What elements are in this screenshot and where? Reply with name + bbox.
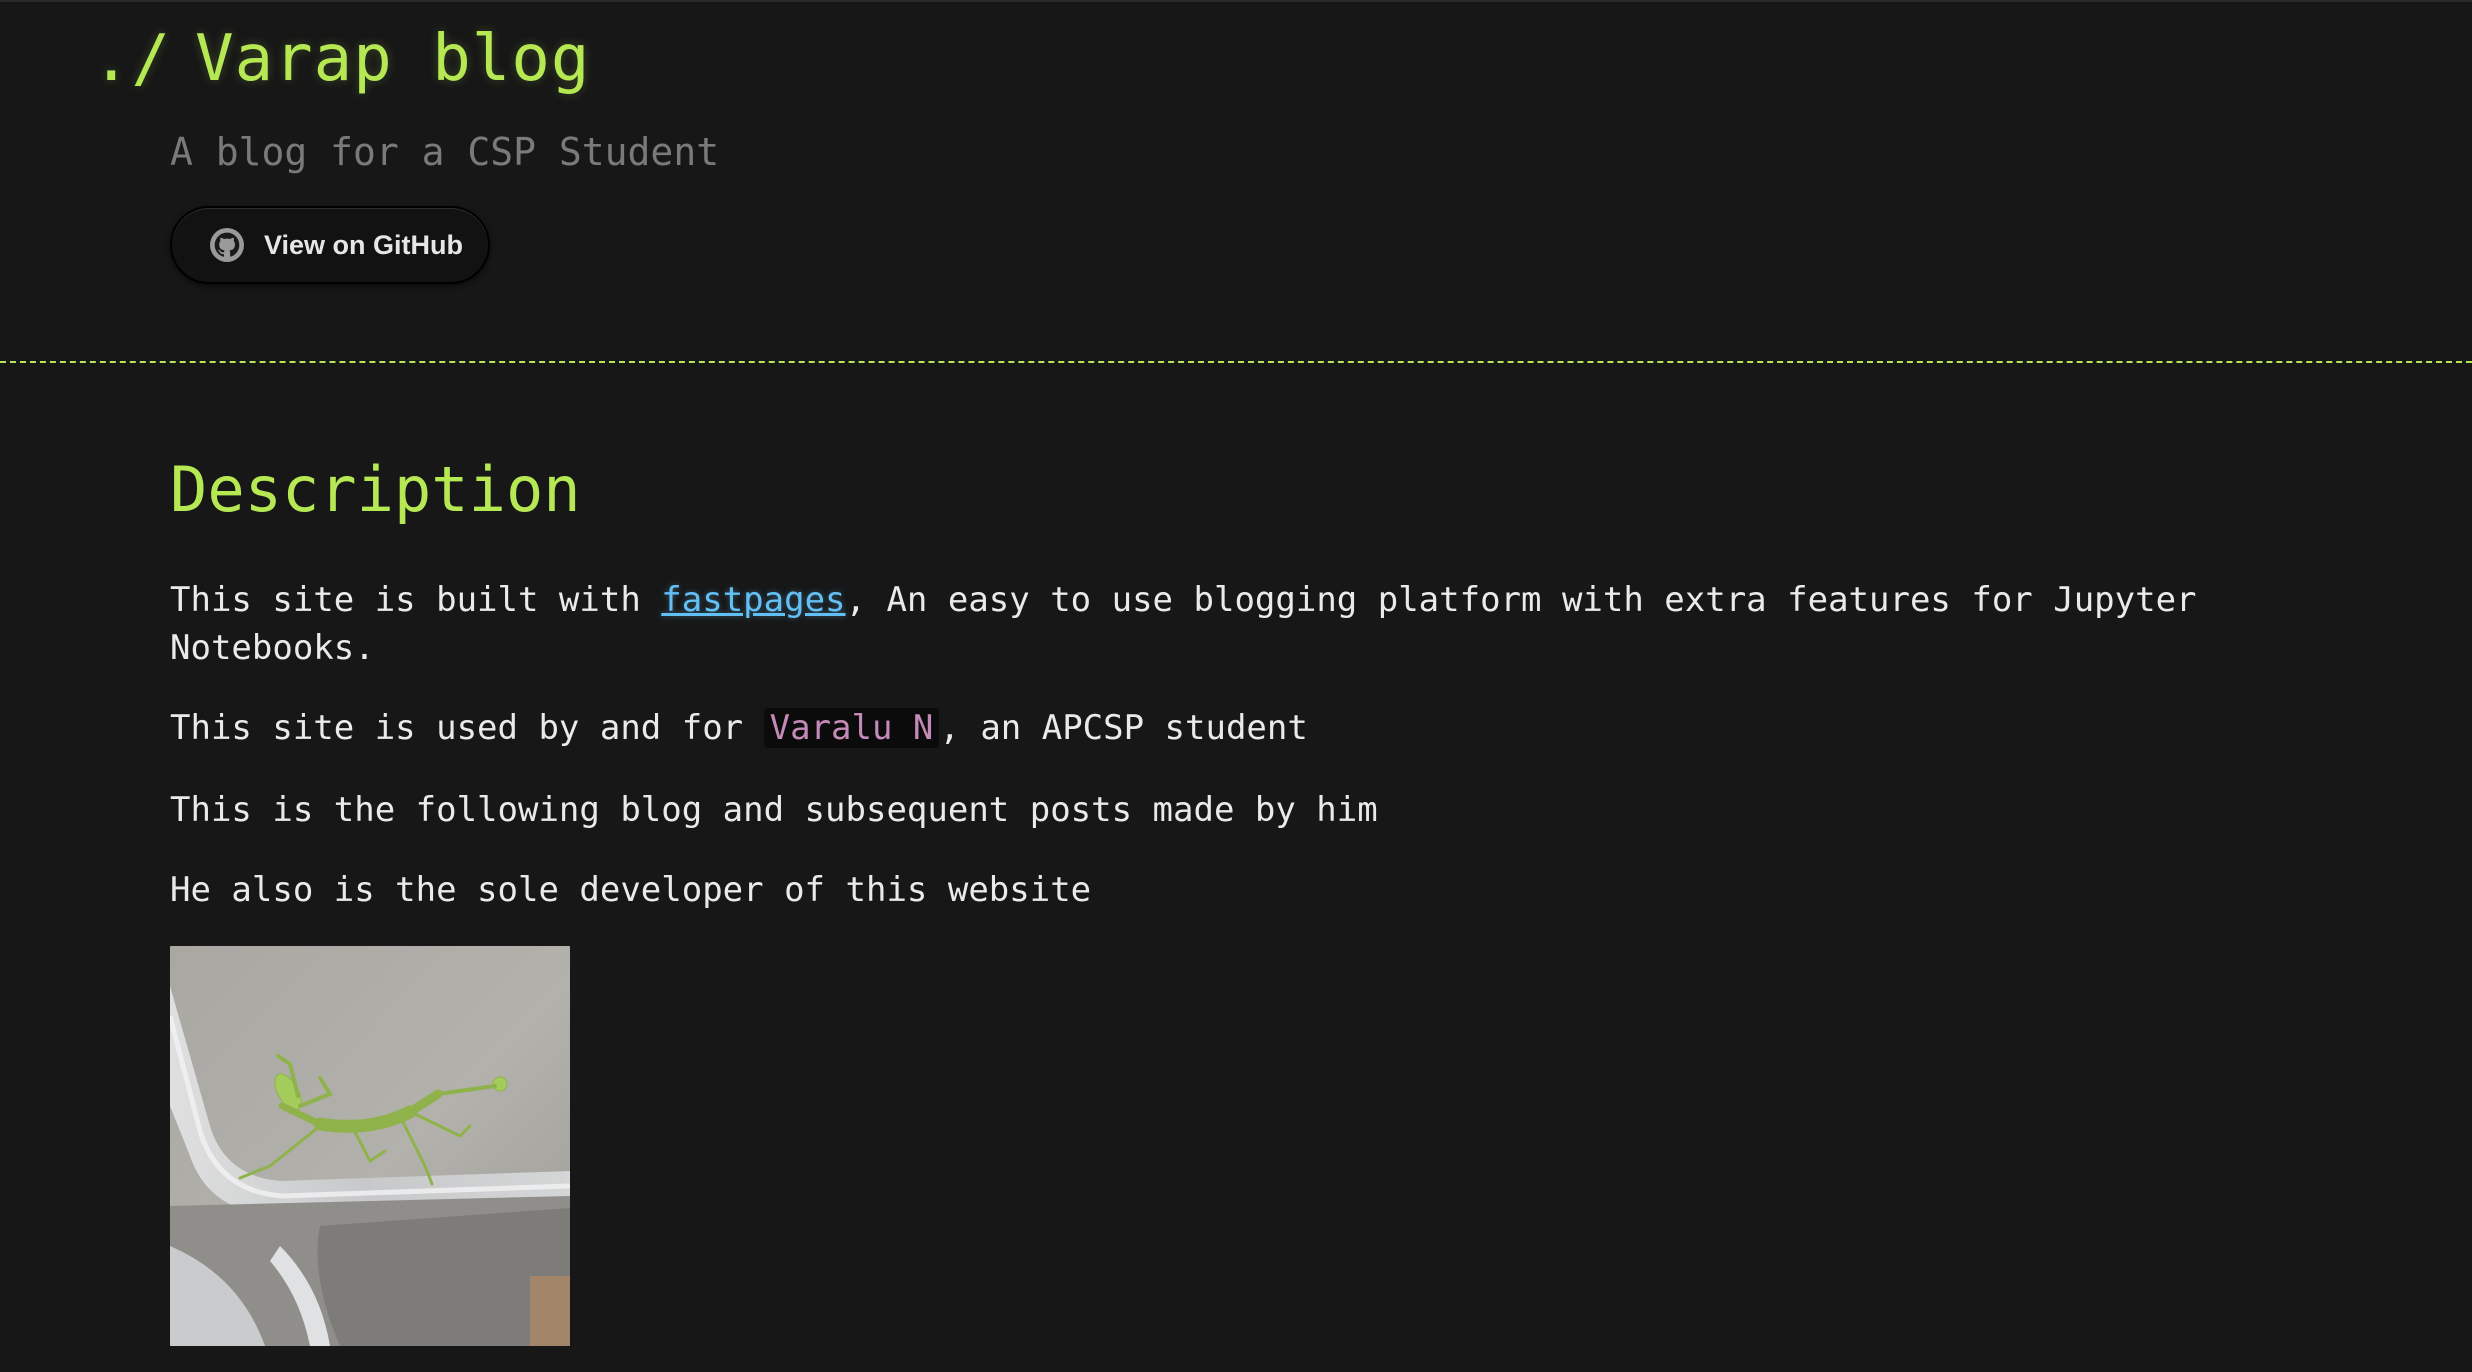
site-title[interactable]: ./ Varap blog <box>92 22 590 96</box>
posts-paragraph: This is the following blog and subsequen… <box>170 790 1378 830</box>
developer-paragraph: He also is the sole developer of this we… <box>170 870 1092 910</box>
fastpages-link[interactable]: fastpages <box>661 580 845 620</box>
main-content: Description This site is built with fast… <box>170 450 2320 1346</box>
author-paragraph: This site is used by and for Varalu N, a… <box>170 704 1308 752</box>
intro-text-before: This site is built with <box>170 580 662 620</box>
github-button-label: View on GitHub <box>264 229 464 260</box>
author-name-code: Varalu N <box>763 708 940 748</box>
title-text: Varap blog <box>195 22 591 96</box>
mantis-photo <box>170 946 570 1346</box>
title-prompt: ./ <box>92 22 172 96</box>
intro-paragraph: This site is built with fastpages, An ea… <box>170 576 2270 672</box>
github-icon <box>210 228 244 262</box>
site-subtitle: A blog for a CSP Student <box>170 130 720 174</box>
author-text-after: , an APCSP student <box>939 708 1308 748</box>
section-heading: Description <box>170 453 581 526</box>
author-text-before: This site is used by and for <box>170 708 764 748</box>
mantis-image <box>170 946 570 1346</box>
view-on-github-button[interactable]: View on GitHub <box>170 206 490 284</box>
site-header: ./ Varap blog A blog for a CSP Student Vi… <box>0 0 2472 363</box>
